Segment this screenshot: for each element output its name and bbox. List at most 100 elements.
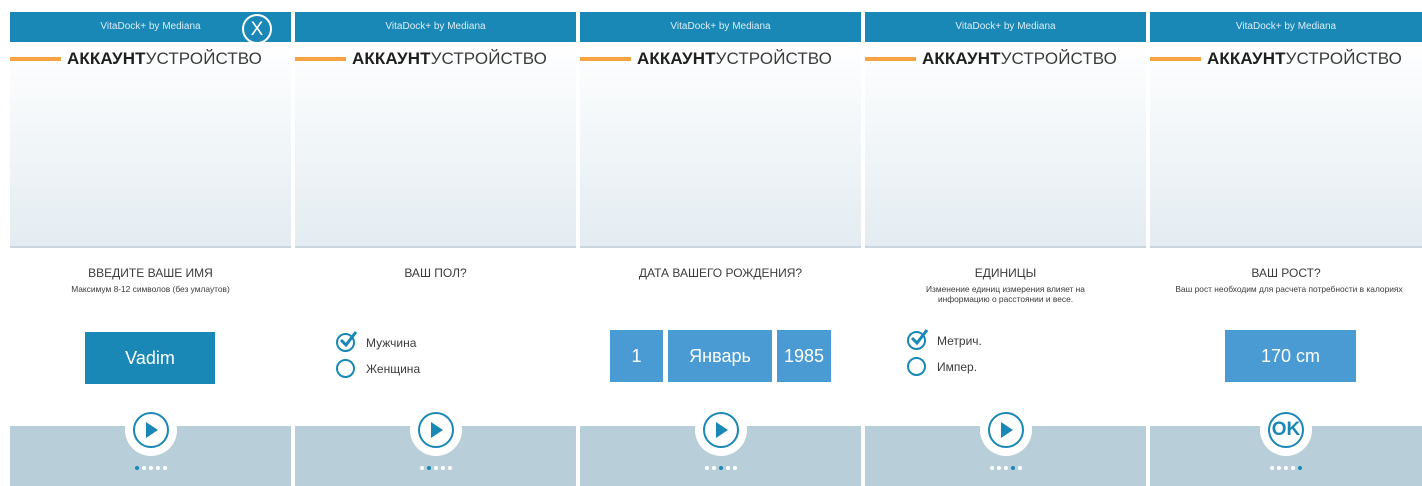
page-dot xyxy=(1291,466,1295,470)
hero-area: АККАУНТУСТРОЙСТВО xyxy=(580,42,861,248)
accent-bar xyxy=(10,57,61,61)
accent-bar xyxy=(295,57,346,61)
question-hint: Изменение единиц измерения влияет на инф… xyxy=(926,284,1085,304)
page-dot xyxy=(1010,466,1015,470)
next-button[interactable] xyxy=(979,404,1032,456)
month-field[interactable]: Январь xyxy=(668,330,772,382)
hero-area: АККАУНТУСТРОЙСТВО xyxy=(10,42,291,248)
section-tabs: АККАУНТУСТРОЙСТВО xyxy=(67,49,262,69)
accent-bar xyxy=(580,57,631,61)
tab-account[interactable]: АККАУНТ xyxy=(352,49,431,68)
tab-device[interactable]: УСТРОЙСТВО xyxy=(146,49,262,68)
units-option-imperial[interactable]: Импер. xyxy=(907,357,1057,377)
tab-device[interactable]: УСТРОЙСТВО xyxy=(1286,49,1402,68)
page-dot xyxy=(162,466,167,470)
play-icon xyxy=(430,422,443,438)
tab-account[interactable]: АККАУНТ xyxy=(1207,49,1286,68)
page-indicator xyxy=(580,466,861,472)
question-title: ДАТА ВАШЕГО РОЖДЕНИЯ? xyxy=(638,266,803,280)
radio-unchecked[interactable] xyxy=(907,357,926,376)
tab-account[interactable]: АККАУНТ xyxy=(67,49,146,68)
option-label: Мужчина xyxy=(366,336,417,350)
option-label: Метрич. xyxy=(937,334,982,348)
page-dot xyxy=(447,466,452,470)
radio-unchecked[interactable] xyxy=(336,359,355,378)
gender-option-male[interactable]: Мужчина xyxy=(336,331,486,353)
hero-area: АККАУНТУСТРОЙСТВО xyxy=(865,42,1146,248)
page-dot xyxy=(419,466,424,470)
page-indicator xyxy=(1150,466,1422,472)
question-title: ЕДИНИЦЫ xyxy=(974,266,1037,280)
play-icon xyxy=(1000,422,1013,438)
option-label: Импер. xyxy=(937,360,978,374)
hero-area: АККАУНТУСТРОЙСТВО xyxy=(295,42,576,248)
hero-area: АККАУНТУСТРОЙСТВО xyxy=(1150,42,1422,248)
page-indicator xyxy=(865,466,1146,472)
page-dot xyxy=(1003,466,1008,470)
next-button[interactable] xyxy=(124,404,177,456)
question-title: ВВЕДИТЕ ВАШЕ ИМЯ xyxy=(88,266,213,280)
question-title: ВАШ РОСТ? xyxy=(1251,266,1321,280)
radio-checked[interactable] xyxy=(336,331,357,352)
close-button[interactable]: X xyxy=(242,14,272,44)
app-title: VitaDock+ by Mediana xyxy=(100,21,201,32)
page-dot xyxy=(440,466,445,470)
page-dot xyxy=(148,466,153,470)
section-tabs: АККАУНТУСТРОЙСТВО xyxy=(352,49,547,69)
page-dot xyxy=(732,466,737,470)
close-icon: X xyxy=(250,19,264,40)
app-title-bar: VitaDock+ by Mediana xyxy=(1150,12,1422,42)
app-title-bar: VitaDock+ by Mediana xyxy=(865,12,1146,42)
question-hint: Максимум 8-12 символов (без умлаутов) xyxy=(71,284,230,294)
accent-bar xyxy=(1150,57,1201,61)
page-dot xyxy=(134,466,139,470)
name-input[interactable]: Vadim xyxy=(85,332,215,384)
app-title-bar: VitaDock+ by Mediana xyxy=(295,12,576,42)
section-tabs: АККАУНТУСТРОЙСТВО xyxy=(922,49,1117,69)
app-title: VitaDock+ by Mediana xyxy=(1235,21,1337,32)
tab-device[interactable]: УСТРОЙСТВО xyxy=(1001,49,1117,68)
tab-device[interactable]: УСТРОЙСТВО xyxy=(716,49,832,68)
height-field[interactable]: 170 cm xyxy=(1225,330,1356,382)
page-dot xyxy=(1270,466,1274,470)
question-hint: Ваш рост необходим для расчета потребнос… xyxy=(1175,284,1403,294)
tab-account[interactable]: АККАУНТ xyxy=(637,49,716,68)
page-dot xyxy=(725,466,730,470)
next-button-ring xyxy=(702,412,739,448)
tab-device[interactable]: УСТРОЙСТВО xyxy=(431,49,547,68)
page-dot xyxy=(1284,466,1288,470)
day-field[interactable]: 1 xyxy=(610,330,663,382)
screen-name: VitaDock+ by Mediana X АККАУНТУСТРОЙСТВО… xyxy=(10,12,291,486)
ok-button-ring: OK xyxy=(1268,412,1304,448)
check-icon xyxy=(910,329,928,346)
gender-option-female[interactable]: Женщина xyxy=(336,359,486,379)
page-dot xyxy=(718,466,723,470)
screen-birthdate: VitaDock+ by Mediana АККАУНТУСТРОЙСТВО Д… xyxy=(580,12,861,486)
year-field[interactable]: 1985 xyxy=(777,330,831,382)
page-dot xyxy=(711,466,716,470)
page-dot xyxy=(155,466,160,470)
app-title-bar: VitaDock+ by Mediana xyxy=(580,12,861,42)
radio-checked[interactable] xyxy=(907,329,928,350)
page-dot xyxy=(1298,466,1302,470)
ok-button[interactable]: OK xyxy=(1260,404,1312,456)
next-button[interactable] xyxy=(694,404,747,456)
page-indicator xyxy=(295,466,576,472)
page-dot xyxy=(426,466,431,470)
next-button[interactable] xyxy=(409,404,462,456)
screen-gender: VitaDock+ by Mediana АККАУНТУСТРОЙСТВО В… xyxy=(295,12,576,486)
next-button-ring xyxy=(417,412,454,448)
option-label: Женщина xyxy=(366,362,421,376)
page-dot xyxy=(433,466,438,470)
app-title: VitaDock+ by Mediana xyxy=(385,21,486,32)
units-option-metric[interactable]: Метрич. xyxy=(907,329,1057,351)
page-indicator xyxy=(10,466,291,472)
next-button-ring xyxy=(987,412,1024,448)
play-icon xyxy=(715,422,728,438)
ok-label: OK xyxy=(1271,419,1301,440)
page-dot xyxy=(704,466,709,470)
tab-account[interactable]: АККАУНТ xyxy=(922,49,1001,68)
app-title: VitaDock+ by Mediana xyxy=(670,21,771,32)
play-icon xyxy=(145,422,158,438)
check-icon xyxy=(339,331,357,348)
